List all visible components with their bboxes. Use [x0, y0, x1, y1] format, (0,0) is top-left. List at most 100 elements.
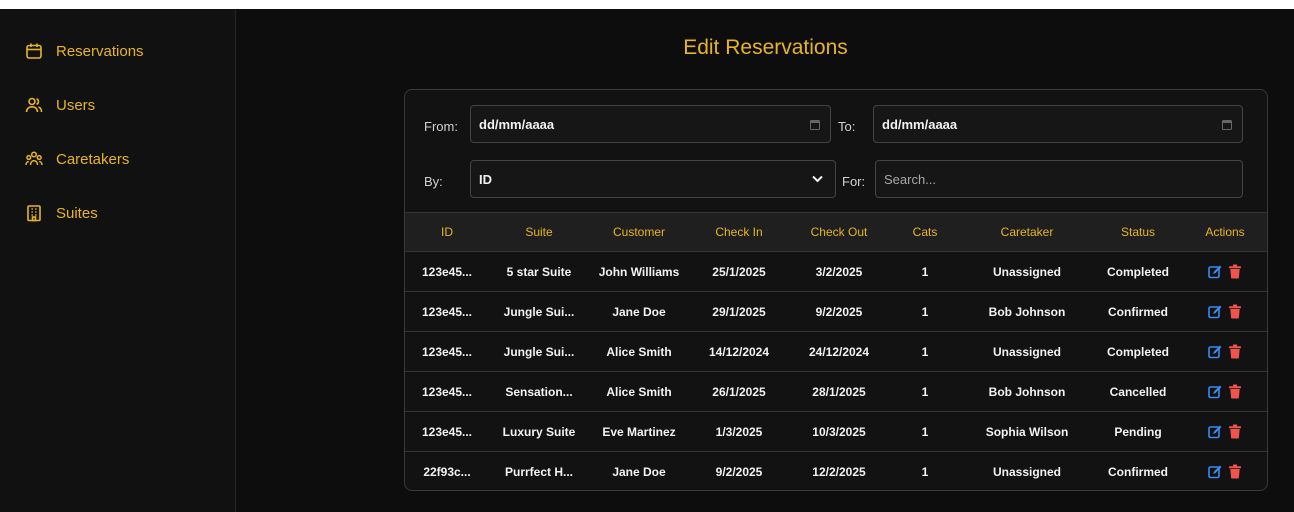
cell-caretaker: Unassigned	[992, 464, 1061, 479]
trash-icon[interactable]	[1228, 384, 1242, 399]
cell-check-in: 14/12/2024	[708, 344, 770, 359]
from-date-input[interactable]: dd/mm/aaaa	[470, 105, 831, 143]
from-date-value: dd/mm/aaaa	[479, 116, 555, 132]
cell-check-in: 26/1/2025	[712, 384, 766, 399]
reservations-table: ID Suite Customer Check In Check Out Cat…	[405, 212, 1267, 490]
group-icon	[25, 151, 43, 166]
cell-status: Completed	[1106, 264, 1169, 279]
edit-icon[interactable]	[1208, 264, 1222, 279]
cell-check-out: 10/3/2025	[812, 424, 866, 439]
cell-customer: Jane Doe	[612, 464, 666, 479]
cell-cats: 1	[921, 424, 929, 439]
column-header-status[interactable]: Status	[1093, 225, 1183, 239]
main-content: Edit Reservations From: dd/mm/aaaa To: d…	[237, 9, 1294, 512]
table-row: 123e45... Luxury Suite Eve Martinez 1/3/…	[405, 412, 1267, 452]
building-icon	[27, 205, 41, 222]
table-header: ID Suite Customer Check In Check Out Cat…	[405, 212, 1267, 252]
cell-actions	[1183, 304, 1267, 319]
cell-customer: Alice Smith	[606, 384, 672, 399]
table-row: 123e45... Jungle Sui... Jane Doe 29/1/20…	[405, 292, 1267, 332]
cell-actions	[1183, 384, 1267, 399]
edit-icon[interactable]	[1208, 424, 1222, 439]
top-bar	[0, 0, 1294, 9]
cell-actions	[1183, 464, 1267, 479]
edit-icon[interactable]	[1208, 344, 1222, 359]
cell-check-out: 12/2/2025	[812, 464, 866, 479]
edit-icon[interactable]	[1208, 464, 1222, 479]
cell-status: Completed	[1106, 344, 1169, 359]
search-placeholder: Search...	[884, 171, 937, 187]
cell-suite: Luxury Suite	[502, 424, 576, 439]
cell-suite: Sensation...	[505, 384, 573, 399]
cell-customer: Eve Martinez	[602, 424, 676, 439]
cell-suite: Purrfect H...	[504, 464, 573, 479]
cell-actions	[1183, 264, 1267, 279]
search-input[interactable]: Search...	[875, 160, 1243, 198]
trash-icon[interactable]	[1228, 464, 1242, 479]
column-header-cats[interactable]: Cats	[889, 225, 961, 239]
cell-check-in: 25/1/2025	[712, 264, 766, 279]
cell-id: 123e45...	[421, 264, 473, 279]
cell-check-out: 3/2/2025	[815, 264, 863, 279]
cell-check-out: 28/1/2025	[812, 384, 866, 399]
table-row: 22f93c... Purrfect H... Jane Doe 9/2/202…	[405, 452, 1267, 490]
by-label: By:	[424, 174, 443, 189]
edit-icon[interactable]	[1208, 304, 1222, 319]
column-header-id[interactable]: ID	[405, 225, 489, 239]
cell-cats: 1	[921, 264, 929, 279]
table-row: 123e45... Sensation... Alice Smith 26/1/…	[405, 372, 1267, 412]
cell-check-in: 9/2/2025	[715, 464, 763, 479]
cell-cats: 1	[921, 304, 929, 319]
table-row: 123e45... 5 star Suite John Williams 25/…	[405, 252, 1267, 292]
filter-by-select[interactable]: ID	[470, 160, 836, 198]
cell-caretaker: Bob Johnson	[988, 384, 1066, 399]
cell-caretaker: Bob Johnson	[988, 304, 1066, 319]
reservations-card: From: dd/mm/aaaa To: dd/mm/aaaa By: ID F…	[404, 89, 1268, 491]
cell-suite: Jungle Sui...	[503, 344, 575, 359]
sidebar-item-users[interactable]: Users	[25, 91, 95, 119]
trash-icon[interactable]	[1228, 264, 1242, 279]
column-header-actions: Actions	[1205, 225, 1245, 239]
cell-id: 123e45...	[421, 424, 473, 439]
cell-id: 123e45...	[421, 344, 473, 359]
trash-icon[interactable]	[1228, 344, 1242, 359]
column-header-suite[interactable]: Suite	[489, 225, 589, 239]
cell-check-out: 24/12/2024	[808, 344, 870, 359]
cell-status: Cancelled	[1109, 384, 1167, 399]
cell-status: Confirmed	[1108, 304, 1168, 319]
column-header-caretaker[interactable]: Caretaker	[961, 225, 1093, 239]
cell-customer: Alice Smith	[606, 344, 672, 359]
cell-status: Pending	[1114, 424, 1162, 439]
calendar-picker-icon[interactable]	[810, 119, 820, 130]
cell-caretaker: Unassigned	[992, 264, 1061, 279]
column-header-check-out[interactable]: Check Out	[789, 225, 889, 239]
users-icon	[25, 97, 43, 113]
cell-check-in: 29/1/2025	[712, 304, 766, 319]
sidebar-item-label: Reservations	[56, 42, 144, 60]
sidebar-item-caretakers[interactable]: Caretakers	[25, 145, 129, 173]
to-date-input[interactable]: dd/mm/aaaa	[873, 105, 1243, 143]
cell-suite: 5 star Suite	[506, 264, 572, 279]
sidebar-item-reservations[interactable]: Reservations	[25, 37, 144, 65]
cell-check-out: 9/2/2025	[815, 304, 863, 319]
sidebar-item-label: Suites	[56, 204, 98, 222]
cell-caretaker: Unassigned	[992, 344, 1061, 359]
cell-caretaker: Sophia Wilson	[985, 424, 1069, 439]
from-label: From:	[424, 119, 458, 134]
app-window: Reservations Users Caretakers Suites Edi…	[0, 0, 1294, 512]
cell-id: 123e45...	[421, 384, 473, 399]
page-title: Edit Reservations	[683, 36, 848, 59]
column-header-customer[interactable]: Customer	[589, 225, 689, 239]
trash-icon[interactable]	[1228, 304, 1242, 319]
cell-customer: John Williams	[598, 264, 680, 279]
column-header-check-in[interactable]: Check In	[689, 225, 789, 239]
calendar-picker-icon[interactable]	[1222, 119, 1232, 130]
edit-icon[interactable]	[1208, 384, 1222, 399]
cell-id: 22f93c...	[423, 464, 471, 479]
sidebar-item-label: Caretakers	[56, 150, 130, 168]
cell-cats: 1	[921, 384, 929, 399]
sidebar-item-suites[interactable]: Suites	[25, 199, 98, 227]
for-label: For:	[842, 174, 866, 189]
chevron-down-icon	[812, 175, 823, 183]
trash-icon[interactable]	[1228, 424, 1242, 439]
